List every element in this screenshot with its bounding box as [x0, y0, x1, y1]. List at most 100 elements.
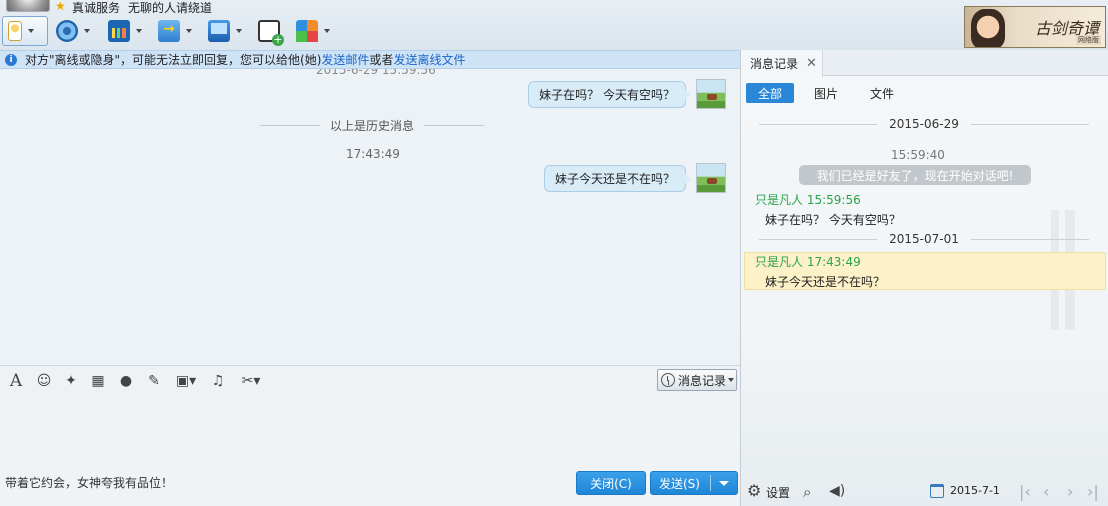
history-button-label: 消息记录	[678, 373, 727, 388]
send-button[interactable]: 发送(S)	[650, 471, 738, 495]
video-clip-icon[interactable]: ▦	[90, 373, 106, 389]
filter-images-button[interactable]: 图片	[811, 83, 841, 103]
divider-line	[970, 123, 1089, 125]
video-call-button[interactable]	[56, 16, 90, 46]
apps-icon	[296, 20, 318, 42]
chevron-down-icon[interactable]	[28, 29, 34, 33]
camera-icon	[56, 20, 78, 42]
avatar[interactable]	[696, 79, 726, 109]
message-timestamp: 2015-6-29 15:59:56	[316, 69, 436, 77]
date-label: 2015-06-29	[889, 117, 959, 131]
send-email-link[interactable]: 发送邮件	[321, 51, 369, 68]
calendar-date[interactable]: 2015-7-1	[950, 484, 1000, 497]
system-message: 我们已经是好友了，现在开始对话吧!	[799, 165, 1031, 185]
chevron-down-icon[interactable]	[324, 29, 330, 33]
chat-toolbar	[0, 14, 740, 48]
divider-line	[424, 125, 485, 126]
apps-button[interactable]	[296, 16, 330, 46]
font-icon[interactable]: A	[8, 373, 24, 390]
chevron-down-icon[interactable]	[136, 29, 142, 33]
history-panel: 消息记录 ✕ 全部 图片 文件 2015-06-29 15:59:40 我们已经…	[740, 50, 1108, 506]
emoji-icon[interactable]: ☺	[36, 373, 52, 389]
message-bubble[interactable]: 妹子在吗？ 今天有空吗？	[528, 80, 691, 108]
chevron-down-icon[interactable]	[236, 29, 242, 33]
game-ad-banner[interactable]: 古剑奇谭 网络版	[964, 6, 1106, 48]
last-page-icon[interactable]: ›|	[1087, 482, 1099, 501]
voice-call-button[interactable]	[2, 16, 48, 46]
divider-line	[759, 238, 878, 240]
game-subtitle: 网络版	[1076, 35, 1101, 45]
ad-text-link[interactable]: 带着它约会，女神夸我有品位！	[5, 474, 173, 491]
tab-label: 消息记录	[750, 57, 799, 71]
message-history-button[interactable]: 消息记录	[657, 369, 737, 391]
chevron-down-icon	[728, 378, 735, 382]
file-transfer-icon	[158, 20, 180, 42]
panel-footer: ⚙ 设置 ⌕ ◀) 2015-7-1 |‹ ‹ › ›|	[741, 478, 1108, 506]
history-divider-label: 以上是历史消息	[330, 119, 415, 133]
history-timestamp: 15:59:40	[891, 148, 945, 162]
voice-message-icon[interactable]: ●	[118, 373, 134, 389]
file-transfer-button[interactable]	[158, 16, 192, 46]
clock-icon	[661, 373, 675, 387]
send-options-chevron-icon[interactable]	[718, 480, 729, 486]
divider-line	[970, 238, 1089, 240]
search-icon[interactable]: ⌕	[803, 483, 811, 501]
close-button-label: 关闭(C)	[590, 476, 632, 491]
prev-page-icon[interactable]: ‹	[1043, 482, 1049, 501]
filter-all-button[interactable]: 全部	[746, 83, 794, 103]
mic-icon	[8, 21, 22, 41]
screen-share-icon	[208, 20, 230, 42]
history-divider: 以上是历史消息	[260, 117, 485, 134]
settings-button[interactable]: 设置	[766, 484, 790, 501]
gear-icon[interactable]: ⚙	[747, 483, 763, 499]
tab-message-history[interactable]: 消息记录 ✕	[741, 50, 823, 77]
screen-share-button[interactable]	[208, 16, 242, 46]
date-separator: 2015-06-29	[759, 117, 1089, 131]
message-row: 妹子今天还是不在吗？	[543, 163, 726, 193]
whiteboard-icon	[108, 20, 130, 42]
close-icon[interactable]: ✕	[806, 56, 817, 71]
chevron-down-icon[interactable]	[84, 29, 90, 33]
divider-line	[260, 125, 320, 126]
edit-icon[interactable]: ✎	[146, 373, 162, 389]
next-page-icon[interactable]: ›	[1067, 482, 1073, 501]
add-discussion-button[interactable]	[258, 16, 284, 46]
signature-text: 无聊的人请绕道	[128, 1, 213, 15]
date-separator: 2015-07-01	[759, 232, 1089, 246]
notice-text: 对方"离线或隐身"，可能无法立即回复，您可以给他(她)	[25, 53, 322, 67]
message-input[interactable]: 带着它约会，女神夸我有品位！ 关闭(C) 发送(S)	[0, 395, 740, 506]
chat-message-area[interactable]: 2015-6-29 15:59:56 妹子在吗？ 今天有空吗？ 以上是历史消息 …	[0, 69, 740, 365]
notice-text-or: 或者	[369, 53, 394, 67]
button-separator	[709, 475, 711, 491]
message-bubble[interactable]: 妹子今天还是不在吗？	[543, 164, 692, 192]
input-toolbar: A ☺ ✦ ▦ ● ✎ ▣▾ ♫ ✂▾ 消息记录	[0, 365, 740, 395]
first-page-icon[interactable]: |‹	[1019, 482, 1031, 501]
history-sender: 只是凡人 15:59:56	[755, 193, 861, 207]
character-portrait	[971, 9, 1005, 47]
history-message[interactable]: 妹子在吗？ 今天有空吗？	[765, 211, 901, 228]
info-icon: i	[5, 53, 17, 66]
send-button-label: 发送(S)	[659, 476, 700, 491]
close-button[interactable]: 关闭(C)	[576, 471, 646, 495]
calendar-icon[interactable]	[930, 484, 944, 498]
date-label: 2015-07-01	[889, 232, 959, 246]
send-offline-file-link[interactable]: 发送离线文件	[393, 51, 465, 68]
history-sender: 只是凡人 17:43:49	[755, 255, 861, 269]
message-timestamp: 17:43:49	[346, 147, 400, 161]
contact-avatar[interactable]	[6, 0, 50, 12]
avatar[interactable]	[696, 163, 726, 193]
chevron-down-icon[interactable]	[186, 29, 192, 33]
history-message[interactable]: 妹子今天还是不在吗？	[765, 273, 885, 290]
magic-wand-icon[interactable]: ✦	[63, 373, 79, 389]
title-bar: ★ 真诚服务 无聊的人请绕道 → + 古剑奇谭 网络版	[0, 0, 1108, 50]
music-icon[interactable]: ♫	[210, 373, 226, 389]
whiteboard-button[interactable]	[108, 16, 142, 46]
status-label: 真诚服务	[72, 1, 121, 15]
scissors-icon[interactable]: ✂▾	[236, 373, 266, 389]
filter-files-button[interactable]: 文件	[867, 83, 897, 103]
divider-line	[759, 123, 878, 125]
panel-tab-bar: 消息记录 ✕	[741, 50, 1108, 77]
add-chat-icon	[258, 20, 284, 46]
speaker-icon[interactable]: ◀)	[829, 483, 845, 499]
image-icon[interactable]: ▣▾	[172, 373, 200, 389]
